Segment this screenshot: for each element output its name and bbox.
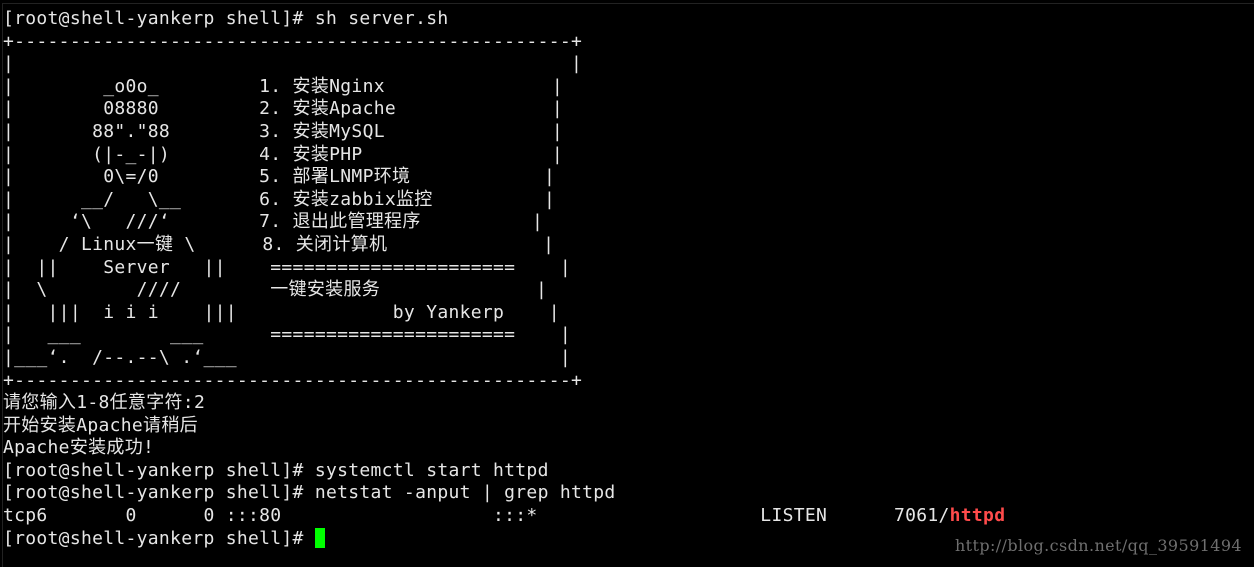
terminal-line: [root@shell-yankerp shell]# netstat -anp… — [3, 482, 616, 504]
shell-prompt: [root@shell-yankerp shell]# — [3, 527, 315, 549]
terminal-line: |___‘. /--.--\ .‘___ | — [3, 346, 571, 368]
terminal-line: | ‘\ ///‘ 7. 退出此管理程序 | — [3, 211, 544, 233]
terminal-line: 请您输入1-8任意字符:2 — [3, 392, 206, 414]
terminal-line: +---------------------------------------… — [3, 30, 583, 52]
active-prompt-line[interactable]: [root@shell-yankerp shell]# — [3, 527, 1005, 551]
process-name-highlight: httpd — [949, 505, 1006, 527]
terminal-line: +---------------------------------------… — [3, 369, 583, 391]
netstat-row: tcp6 0 0 :::80 :::* LISTEN 7061/httpd — [3, 505, 1005, 528]
terminal-line: | 88"."88 3. 安装MySQL | — [3, 120, 564, 142]
terminal-line: | _o0o_ 1. 安装Nginx | — [3, 75, 564, 97]
terminal-line: | ||| i i i ||| by Yankerp | — [3, 301, 560, 323]
terminal-window[interactable]: [root@shell-yankerp shell]# sh server.sh… — [2, 3, 1254, 567]
terminal-line: | (|-_-|) 4. 安装PHP | — [3, 143, 564, 165]
terminal-line: | 08880 2. 安装Apache | — [3, 98, 564, 120]
terminal-line: | __/ \__ 6. 安装zabbix监控 | — [3, 188, 556, 210]
terminal-line: | ___ ___ ====================== | — [3, 324, 571, 346]
terminal-line: | / Linux一键 \ 8. 关闭计算机 | — [3, 233, 555, 255]
terminal-line: 开始安装Apache请稍后 — [3, 414, 198, 436]
cursor-block[interactable] — [314, 527, 325, 548]
terminal-line: | || Server || ====================== | — [3, 256, 571, 278]
terminal-line: [root@shell-yankerp shell]# systemctl st… — [3, 459, 549, 481]
terminal-line: Apache安装成功! — [3, 437, 155, 459]
terminal-line: | \ //// 一键安装服务 | — [3, 279, 548, 301]
terminal-output: [root@shell-yankerp shell]# sh server.sh… — [3, 8, 1005, 550]
netstat-row-text: tcp6 0 0 :::80 :::* LISTEN 7061/ — [3, 505, 950, 527]
terminal-line: [root@shell-yankerp shell]# sh server.sh — [3, 8, 449, 29]
terminal-line: | | — [3, 53, 583, 75]
terminal-line: | 0\=/0 5. 部署LNMP环境 | — [3, 166, 556, 188]
watermark-url: http://blog.csdn.net/qq_39591494 — [954, 536, 1242, 555]
